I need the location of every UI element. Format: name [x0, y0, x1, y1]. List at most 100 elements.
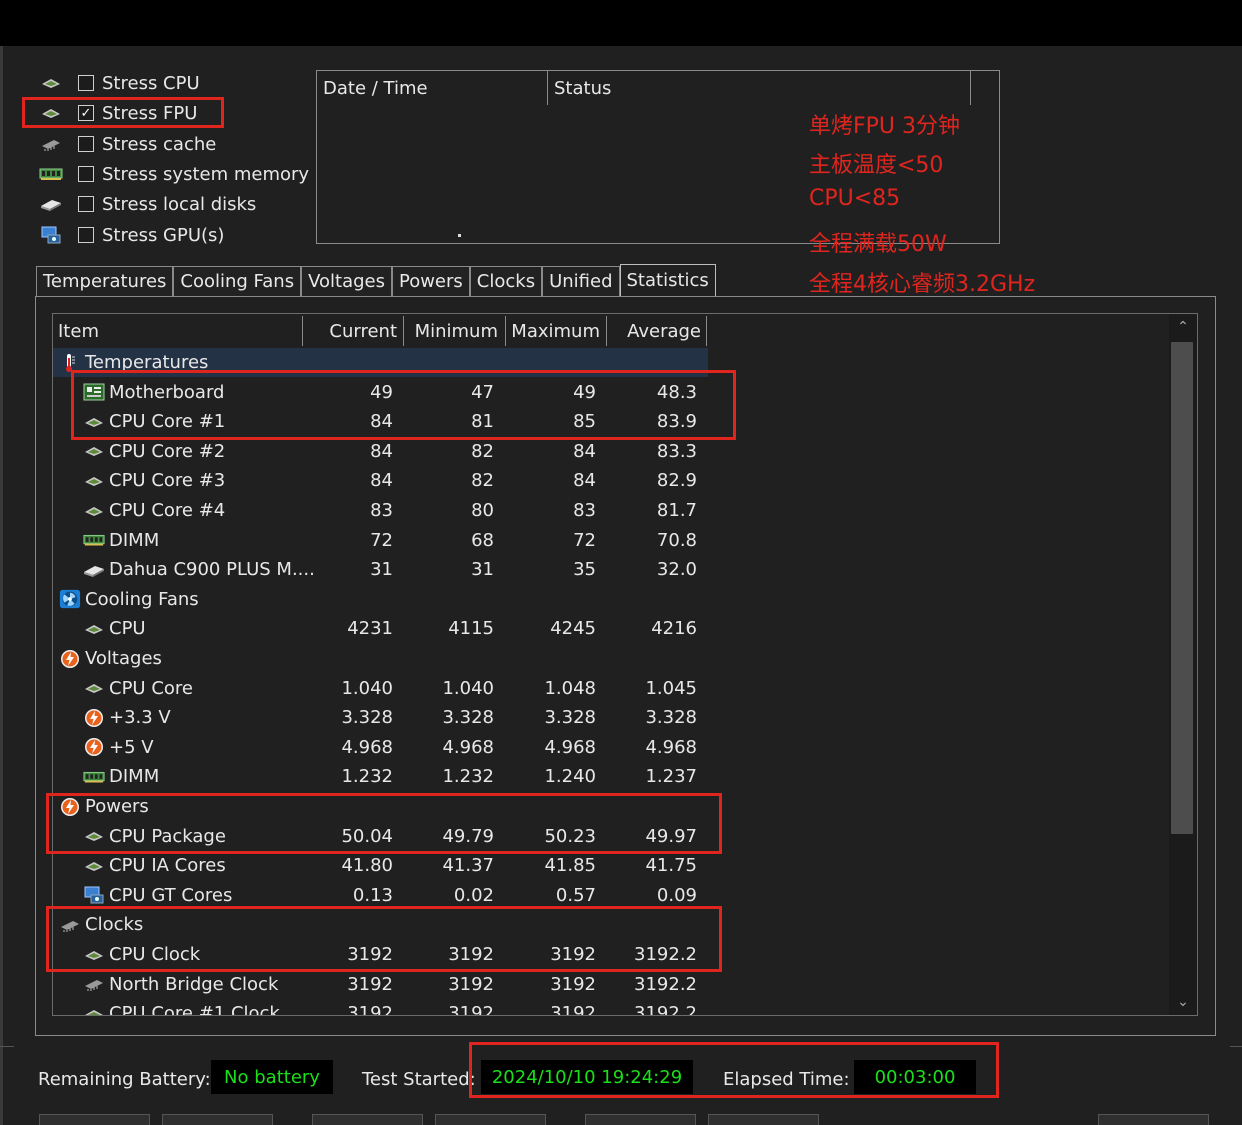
cell-maximum: 35 [573, 559, 596, 581]
table-row[interactable]: CPU Core #4 83 80 83 81.7 [53, 496, 708, 525]
table-row[interactable]: DIMM 1.232 1.232 1.240 1.237 [53, 762, 708, 791]
stress-checkbox[interactable] [78, 227, 94, 243]
bottom-button-4[interactable] [435, 1114, 546, 1125]
table-row[interactable]: Dahua C900 PLUS M.... 31 31 35 32.0 [53, 555, 708, 584]
row-label: CPU Core #4 [109, 500, 226, 521]
cpu-chip-icon [83, 472, 105, 490]
cell-average: 3192.2 [634, 973, 697, 995]
cell-average: 41.75 [645, 855, 697, 877]
table-group-row[interactable]: Cooling Fans [53, 585, 708, 614]
log-column-status[interactable]: Status [548, 71, 970, 105]
log-column-datetime[interactable]: Date / Time [317, 71, 547, 105]
cell-average: 32.0 [656, 559, 697, 581]
header-average[interactable]: Average [607, 314, 707, 348]
bottom-button-5[interactable] [585, 1114, 696, 1125]
log-dot [458, 234, 461, 237]
cell-maximum: 3.328 [544, 707, 596, 729]
table-row[interactable]: Motherboard 49 47 49 48.3 [53, 378, 708, 407]
header-maximum[interactable]: Maximum [506, 314, 606, 348]
cache-chip-icon [38, 135, 64, 153]
cell-current: 83 [370, 500, 393, 521]
header-item[interactable]: Item [58, 314, 298, 348]
tab-powers[interactable]: Powers [391, 266, 470, 296]
stress-option-0[interactable]: Stress CPU [38, 70, 200, 96]
stress-option-4[interactable]: Stress local disks [38, 191, 256, 217]
cell-minimum: 68 [471, 529, 494, 551]
table-row[interactable]: CPU 4231 4115 4245 4216 [53, 614, 708, 643]
tab-temperatures[interactable]: Temperatures [36, 266, 174, 296]
stress-checkbox[interactable] [78, 166, 94, 182]
battery-value: No battery [211, 1060, 333, 1094]
table-group-row[interactable]: Temperatures [53, 348, 708, 377]
table-row[interactable]: CPU Core #1 84 81 85 83.9 [53, 407, 708, 436]
cpu-chip-icon [83, 679, 105, 697]
table-row[interactable]: +3.3 V 3.328 3.328 3.328 3.328 [53, 703, 708, 732]
table-group-row[interactable]: Voltages [53, 644, 708, 673]
table-row[interactable]: CPU Package 50.04 49.79 50.23 49.97 [53, 822, 708, 851]
table-row[interactable]: CPU GT Cores 0.13 0.02 0.57 0.09 [53, 881, 708, 910]
tab-voltages[interactable]: Voltages [301, 266, 392, 296]
row-label: CPU Core #1 [109, 411, 226, 433]
row-label: CPU Core #1 Clock [109, 1003, 280, 1016]
cell-current: 84 [370, 411, 393, 433]
bottom-button-7[interactable] [1098, 1114, 1209, 1125]
cell-current: 3192 [347, 973, 393, 995]
stress-option-label: Stress GPU(s) [102, 224, 225, 246]
cell-current: 4.968 [341, 736, 393, 758]
scrollbar-thumb[interactable] [1171, 342, 1193, 834]
table-row[interactable]: CPU Core #2 84 82 84 83.3 [53, 437, 708, 466]
table-row[interactable]: +5 V 4.968 4.968 4.968 4.968 [53, 733, 708, 762]
battery-label: Remaining Battery: [38, 1068, 211, 1090]
stress-checkbox[interactable] [78, 196, 94, 212]
table-row[interactable]: CPU Core #1 Clock 3192 3192 3192 3192.2 [53, 999, 708, 1016]
bottom-button-6[interactable] [708, 1114, 819, 1125]
stress-checkbox[interactable] [78, 75, 94, 91]
cell-minimum: 1.040 [442, 677, 494, 699]
cell-current: 1.040 [341, 677, 393, 699]
scroll-down-icon[interactable]: ⌄ [1169, 989, 1197, 1015]
stress-option-label: Stress CPU [102, 72, 200, 94]
table-row[interactable]: CPU IA Cores 41.80 41.37 41.85 41.75 [53, 851, 708, 880]
title-bar-area [0, 0, 1242, 46]
statistics-table: Item Current Minimum Maximum Average Tem… [52, 313, 1198, 1016]
tab-statistics[interactable]: Statistics [619, 264, 716, 296]
disk-drive-icon [83, 561, 105, 579]
cell-minimum: 0.02 [453, 884, 494, 906]
cell-maximum: 83 [573, 500, 596, 521]
bottom-button-2[interactable] [162, 1114, 273, 1125]
tab-unified[interactable]: Unified [542, 266, 620, 296]
scroll-up-icon[interactable]: ⌃ [1169, 314, 1197, 340]
cell-maximum: 1.240 [544, 766, 596, 788]
stress-option-3[interactable]: Stress system memory [38, 161, 309, 187]
cell-maximum: 4245 [550, 618, 596, 640]
table-group-row[interactable]: Clocks [53, 910, 708, 939]
tab-clocks[interactable]: Clocks [469, 266, 543, 296]
stress-checkbox[interactable] [78, 136, 94, 152]
table-row[interactable]: DIMM 72 68 72 70.8 [53, 526, 708, 555]
cpu-chip-icon [83, 620, 105, 638]
cell-maximum: 1.048 [544, 677, 596, 699]
row-label: CPU Package [109, 825, 226, 847]
stress-option-2[interactable]: Stress cache [38, 131, 216, 157]
row-label: Clocks [85, 914, 144, 936]
cell-current: 3192 [347, 1003, 393, 1016]
row-label: CPU [109, 618, 146, 640]
table-row[interactable]: CPU Core #3 84 82 84 82.9 [53, 466, 708, 495]
tab-bar: Temperatures Cooling Fans Voltages Powers Cl… [36, 264, 716, 296]
bottom-button-1[interactable] [39, 1114, 150, 1125]
header-current[interactable]: Current [303, 314, 403, 348]
cell-maximum: 3192 [550, 944, 596, 965]
row-label: CPU GT Cores [109, 884, 233, 906]
tab-cooling-fans[interactable]: Cooling Fans [173, 266, 302, 296]
table-row[interactable]: North Bridge Clock 3192 3192 3192 3192.2 [53, 970, 708, 999]
table-group-row[interactable]: Powers [53, 792, 708, 821]
stress-option-1[interactable]: ✓ Stress FPU [38, 100, 197, 126]
table-row[interactable]: CPU Clock 3192 3192 3192 3192.2 [53, 940, 708, 969]
header-minimum[interactable]: Minimum [404, 314, 504, 348]
memory-module-icon [83, 768, 105, 786]
stress-option-5[interactable]: Stress GPU(s) [38, 222, 224, 248]
cell-current: 72 [370, 529, 393, 551]
bottom-button-3[interactable] [312, 1114, 423, 1125]
stress-checkbox[interactable]: ✓ [78, 105, 94, 121]
table-row[interactable]: CPU Core 1.040 1.040 1.048 1.045 [53, 674, 708, 703]
